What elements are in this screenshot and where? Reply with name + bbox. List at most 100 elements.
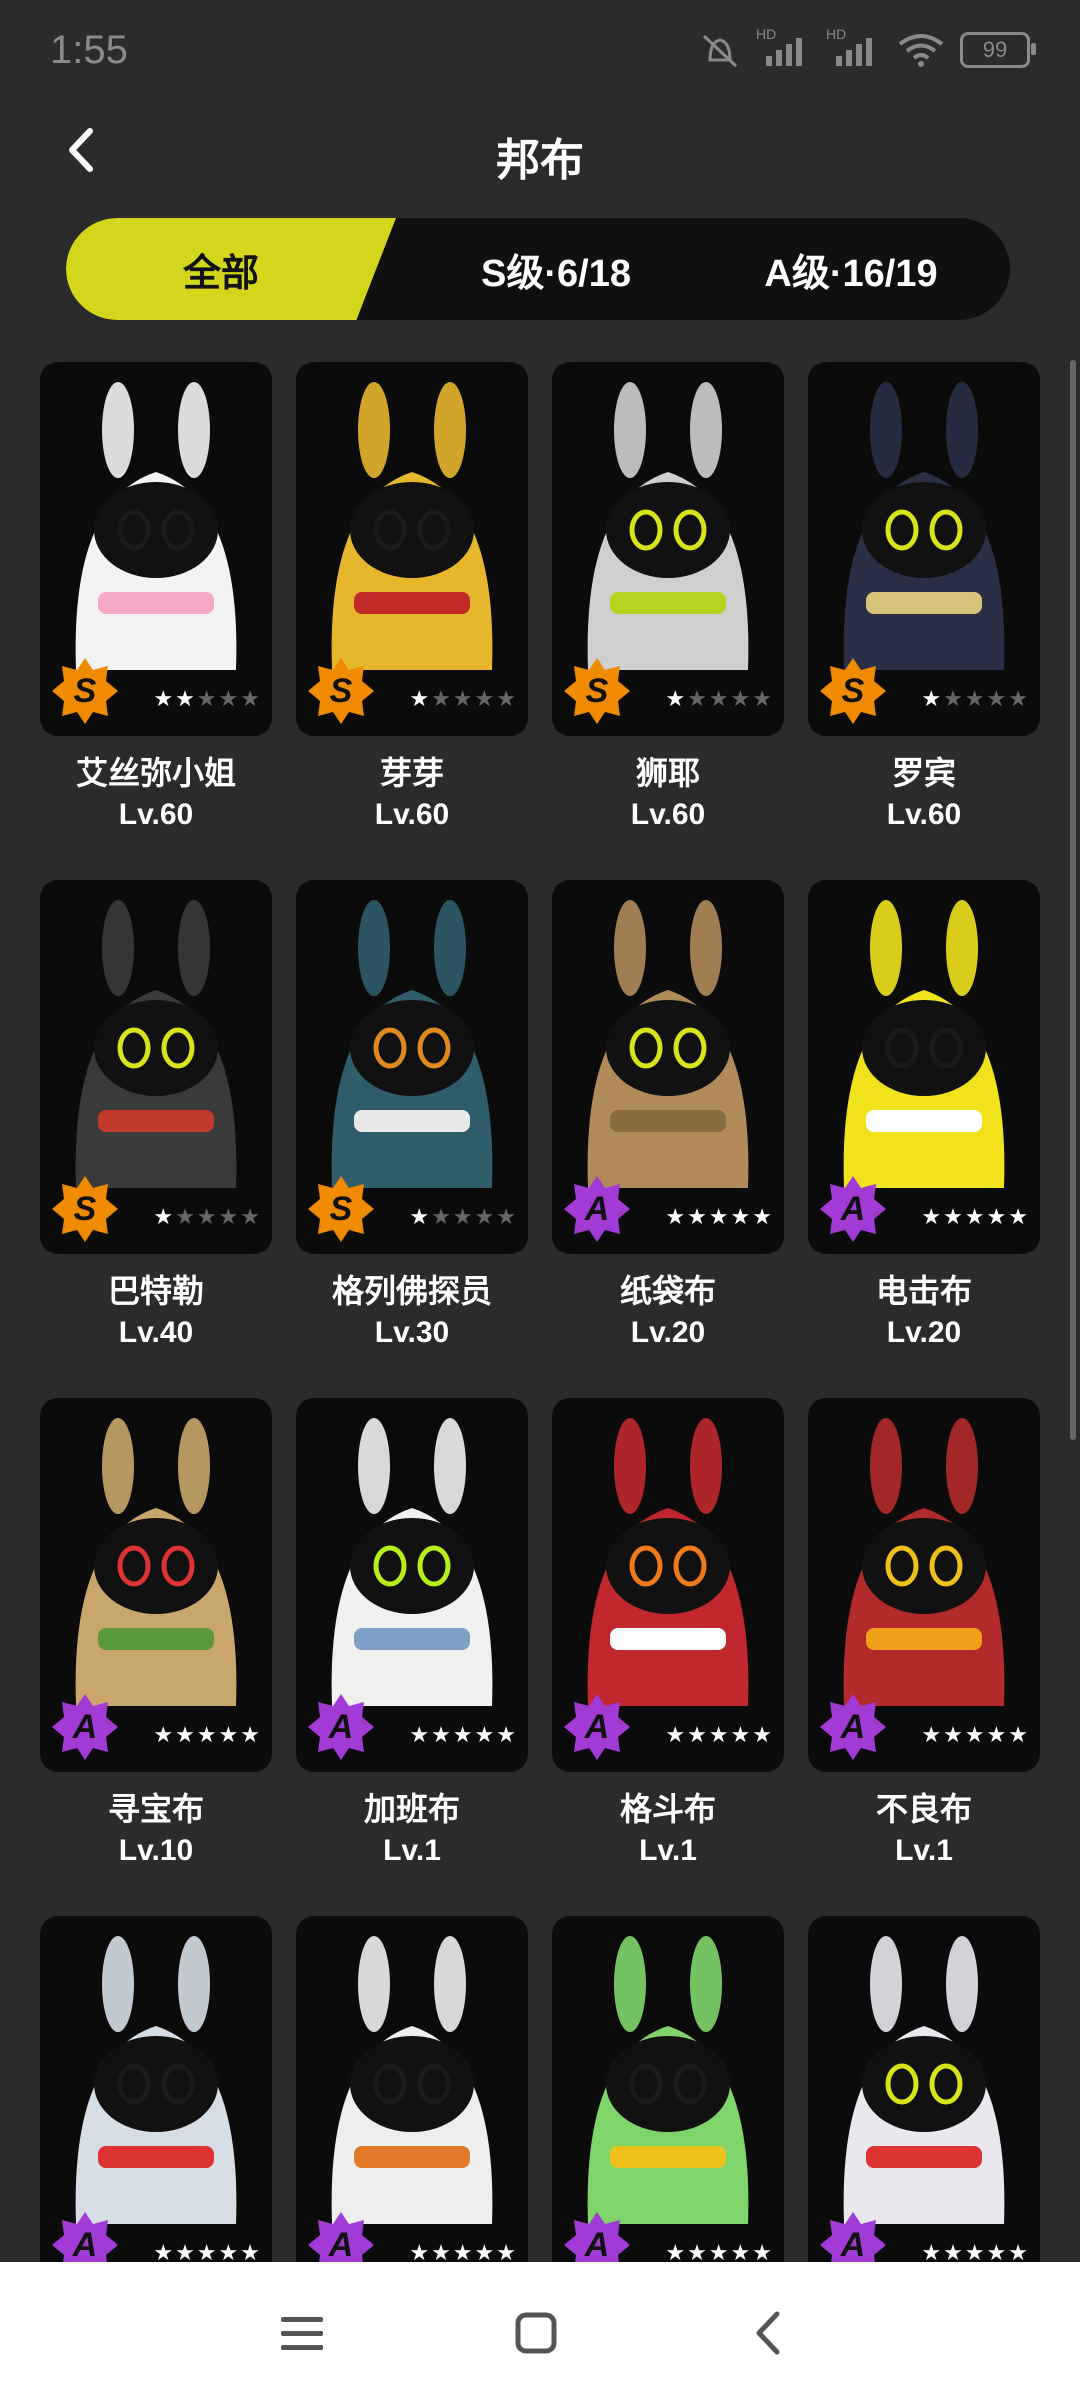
bangboo-level: Lv.60 xyxy=(374,798,450,831)
bangboo-name: 格列佛探员 xyxy=(331,1273,492,1309)
bangboo-character-art xyxy=(587,1936,749,2224)
star-icon: ★ xyxy=(218,1204,239,1229)
bangboo-portrait[interactable]: A ★ ★ ★ ★ ★ xyxy=(296,1916,528,2290)
rank-letter: A xyxy=(584,1707,610,1746)
battery-icon: 99 xyxy=(960,32,1036,68)
rank-badge: A xyxy=(50,1692,120,1762)
rank-letter: S xyxy=(329,1189,353,1228)
bangboo-portrait[interactable]: A ★ ★ ★ ★ ★ xyxy=(808,1916,1040,2290)
bangboo-character-art xyxy=(587,1418,749,1706)
bangboo-card[interactable]: A ★ ★ ★ ★ ★ xyxy=(552,1916,784,2290)
bangboo-portrait[interactable]: S ★ ★ ★ ★ ★ xyxy=(808,362,1040,736)
bangboo-name: 寻宝布 xyxy=(107,1791,204,1827)
bangboo-card[interactable]: A ★ ★ ★ ★ ★ 寻宝布 Lv.10 xyxy=(40,1398,272,1868)
star-icon: ★ xyxy=(708,1722,729,1747)
bangboo-name: 纸袋布 xyxy=(619,1273,716,1309)
bangboo-name: 格斗布 xyxy=(619,1791,716,1827)
star-icon: ★ xyxy=(240,1204,260,1229)
tab-all[interactable]: 全部 xyxy=(96,218,346,320)
rank-badge: A xyxy=(562,1174,632,1244)
bangboo-portrait[interactable]: S ★ ★ ★ ★ ★ xyxy=(40,362,272,736)
rank-letter: A xyxy=(840,1707,866,1746)
bangboo-character-art xyxy=(843,1936,1005,2224)
bangboo-card[interactable]: A ★ ★ ★ ★ ★ 电击布 Lv.20 xyxy=(808,880,1040,1350)
bangboo-character-art xyxy=(331,382,493,670)
nav-back-button[interactable] xyxy=(728,2298,808,2368)
bangboo-card[interactable]: A ★ ★ ★ ★ ★ 纸袋布 Lv.20 xyxy=(552,880,784,1350)
bangboo-portrait[interactable]: S ★ ★ ★ ★ ★ xyxy=(296,880,528,1254)
star-icon: ★ xyxy=(943,1204,963,1229)
bangboo-name: 巴特勒 xyxy=(107,1273,204,1309)
bangboo-portrait[interactable]: A ★ ★ ★ ★ ★ xyxy=(40,1398,272,1772)
rank-badge: A xyxy=(818,1174,888,1244)
bangboo-card[interactable]: S ★ ★ ★ ★ ★ 巴特勒 Lv.40 xyxy=(40,880,272,1350)
bangboo-name: 狮耶 xyxy=(635,755,700,791)
star-icon: ★ xyxy=(175,1204,195,1229)
bangboo-name: 艾丝弥小姐 xyxy=(75,755,236,791)
status-icons: HD HD 99 xyxy=(698,26,1036,70)
star-icon: ★ xyxy=(452,1722,473,1747)
bangboo-character-art xyxy=(75,900,237,1188)
bangboo-portrait[interactable]: A ★ ★ ★ ★ ★ xyxy=(808,880,1040,1254)
star-icon: ★ xyxy=(431,1204,451,1229)
rank-letter: A xyxy=(328,1707,354,1746)
bangboo-portrait[interactable]: A ★ ★ ★ ★ ★ xyxy=(808,1398,1040,1772)
bangboo-portrait[interactable]: A ★ ★ ★ ★ ★ xyxy=(552,1916,784,2290)
bangboo-card[interactable]: A ★ ★ ★ ★ ★ 加班布 Lv.1 xyxy=(296,1398,528,1868)
bangboo-portrait[interactable]: A ★ ★ ★ ★ ★ xyxy=(552,1398,784,1772)
star-icon: ★ xyxy=(409,686,430,711)
scrollbar[interactable] xyxy=(1070,360,1076,1440)
bangboo-card[interactable]: A ★ ★ ★ ★ ★ 格斗布 Lv.1 xyxy=(552,1398,784,1868)
tab-s-rank[interactable]: S级·6/18 xyxy=(406,218,706,320)
rank-badge: S xyxy=(306,656,376,726)
bangboo-portrait[interactable]: S ★ ★ ★ ★ ★ xyxy=(296,362,528,736)
menu-button[interactable] xyxy=(262,2298,342,2368)
home-square-icon xyxy=(515,2312,557,2354)
star-icon: ★ xyxy=(474,1722,495,1747)
bangboo-card[interactable]: A ★ ★ ★ ★ ★ xyxy=(40,1916,272,2290)
bangboo-portrait[interactable]: S ★ ★ ★ ★ ★ xyxy=(552,362,784,736)
bangboo-level: Lv.60 xyxy=(118,798,194,831)
rank-letter: A xyxy=(72,1707,98,1746)
star-rating: ★ ★ ★ ★ ★ xyxy=(153,1722,260,1748)
star-rating: ★ ★ ★ ★ ★ xyxy=(921,686,1028,712)
star-icon: ★ xyxy=(986,686,1007,711)
star-icon: ★ xyxy=(730,686,751,711)
star-icon: ★ xyxy=(218,1722,239,1747)
bangboo-card[interactable]: S ★ ★ ★ ★ ★ 芽芽 Lv.60 xyxy=(296,362,528,832)
star-rating: ★ ★ ★ ★ ★ xyxy=(409,686,516,712)
bangboo-character-art xyxy=(331,1418,493,1706)
star-icon: ★ xyxy=(752,686,772,711)
bangboo-name: 罗宾 xyxy=(891,755,956,791)
bangboo-card[interactable]: S ★ ★ ★ ★ ★ 格列佛探员 Lv.30 xyxy=(296,880,528,1350)
bangboo-card[interactable]: A ★ ★ ★ ★ ★ xyxy=(808,1916,1040,2290)
bangboo-card[interactable]: S ★ ★ ★ ★ ★ 狮耶 Lv.60 xyxy=(552,362,784,832)
bangboo-portrait[interactable]: A ★ ★ ★ ★ ★ xyxy=(552,880,784,1254)
bangboo-card[interactable]: S ★ ★ ★ ★ ★ 罗宾 Lv.60 xyxy=(808,362,1040,832)
bangboo-character-art xyxy=(331,1936,493,2224)
bangboo-character-art xyxy=(75,1418,237,1706)
bangboo-portrait[interactable]: S ★ ★ ★ ★ ★ xyxy=(40,880,272,1254)
bangboo-portrait[interactable]: A ★ ★ ★ ★ ★ xyxy=(296,1398,528,1772)
bangboo-card[interactable]: A ★ ★ ★ ★ ★ 不良布 Lv.1 xyxy=(808,1398,1040,1868)
star-icon: ★ xyxy=(240,1722,260,1747)
home-button[interactable] xyxy=(496,2298,576,2368)
bangboo-card[interactable]: A ★ ★ ★ ★ ★ xyxy=(296,1916,528,2290)
rank-letter: S xyxy=(841,671,865,710)
bangboo-portrait[interactable]: A ★ ★ ★ ★ ★ xyxy=(40,1916,272,2290)
star-icon: ★ xyxy=(153,686,174,711)
star-icon: ★ xyxy=(153,1722,174,1747)
rank-badge: S xyxy=(306,1174,376,1244)
star-icon: ★ xyxy=(1008,1204,1028,1229)
bangboo-level: Lv.10 xyxy=(118,1834,194,1867)
star-icon: ★ xyxy=(687,686,707,711)
rank-letter: S xyxy=(585,671,609,710)
wifi-icon xyxy=(898,34,944,67)
star-icon: ★ xyxy=(409,1722,430,1747)
rank-filter-tabs: 全部 S级·6/18 A级·16/19 xyxy=(66,218,1010,320)
tab-a-rank[interactable]: A级·16/19 xyxy=(706,218,996,320)
status-bar: 1:55 HD HD 99 xyxy=(0,0,1080,100)
rank-badge: A xyxy=(818,1692,888,1762)
bangboo-card[interactable]: S ★ ★ ★ ★ ★ 艾丝弥小姐 Lv.60 xyxy=(40,362,272,832)
star-rating: ★ ★ ★ ★ ★ xyxy=(921,1204,1028,1230)
